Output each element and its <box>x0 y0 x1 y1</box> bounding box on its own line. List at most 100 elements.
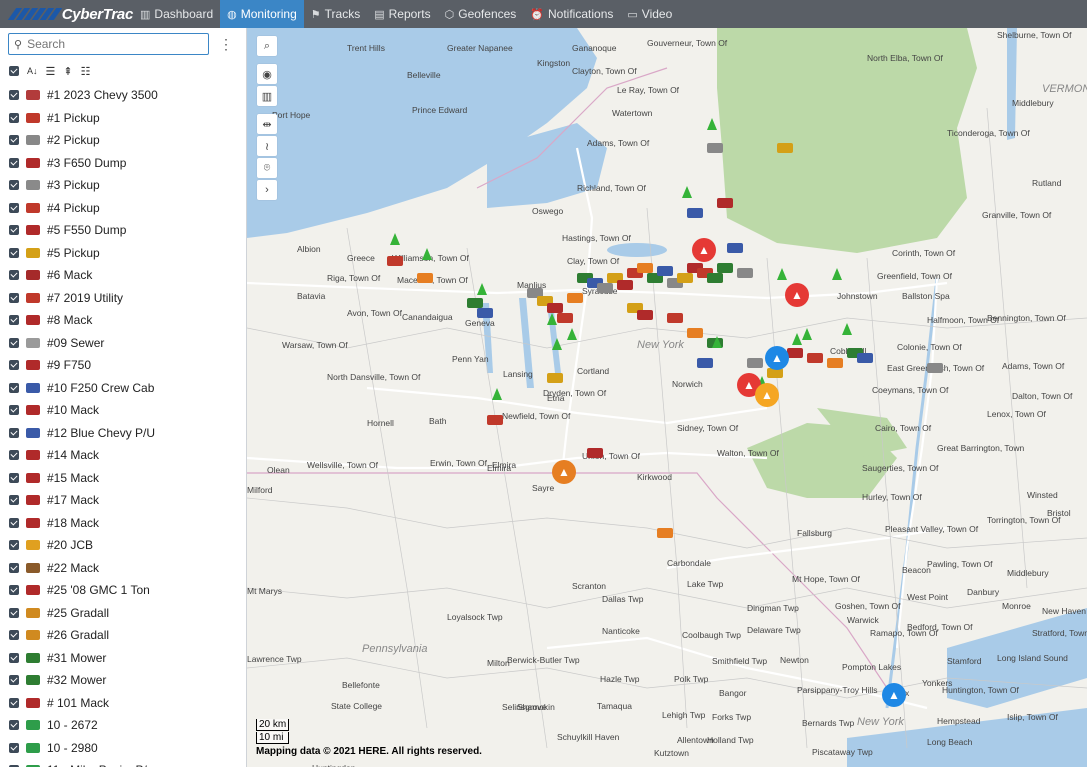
vehicle-marker[interactable] <box>717 263 733 273</box>
poi-icon[interactable]: ⌾ <box>257 158 277 178</box>
vehicle-list-item[interactable]: #3 Pickup <box>0 174 246 197</box>
more-options-icon[interactable]: ⋮ <box>219 36 233 53</box>
nav-geofences[interactable]: ⬡ Geofences <box>438 0 524 28</box>
vehicle-checkbox[interactable] <box>9 382 19 393</box>
vehicle-checkbox[interactable] <box>9 315 19 326</box>
direction-marker[interactable] <box>547 313 557 325</box>
direction-marker[interactable] <box>492 388 502 400</box>
direction-marker[interactable] <box>832 268 842 280</box>
vehicle-checkbox[interactable] <box>9 157 19 168</box>
vehicle-marker[interactable] <box>687 208 703 218</box>
vehicle-checkbox[interactable] <box>9 652 19 663</box>
vehicle-list-item[interactable]: #26 Gradall <box>0 624 246 647</box>
vehicle-list-item[interactable]: #10 F250 Crew Cab <box>0 377 246 400</box>
vehicle-marker[interactable] <box>927 363 943 373</box>
vehicle-list-item[interactable]: #09 Sewer <box>0 332 246 355</box>
vehicle-list-item[interactable]: #2 Pickup <box>0 129 246 152</box>
vehicle-checkbox[interactable] <box>9 247 19 258</box>
vehicle-checkbox[interactable] <box>9 405 19 416</box>
nav-notifications[interactable]: ⏰ Notifications <box>523 0 620 28</box>
vehicle-list-item[interactable]: # 101 Mack <box>0 692 246 715</box>
vehicle-list-item[interactable]: #22 Mack <box>0 557 246 580</box>
vehicle-marker[interactable] <box>717 198 733 208</box>
direction-marker[interactable] <box>707 118 717 130</box>
vehicle-checkbox[interactable] <box>9 360 19 371</box>
direction-marker[interactable] <box>390 233 400 245</box>
vehicle-marker[interactable] <box>687 328 703 338</box>
vehicle-list-item[interactable]: #25 '08 GMC 1 Ton <box>0 579 246 602</box>
expand-toolbar-icon[interactable]: › <box>257 180 277 200</box>
vehicle-checkbox[interactable] <box>9 202 19 213</box>
vehicle-list-item[interactable]: 10 - 2672 <box>0 714 246 737</box>
vehicle-list-item[interactable]: #31 Mower <box>0 647 246 670</box>
vehicle-marker[interactable] <box>657 528 673 538</box>
vehicle-checkbox[interactable] <box>9 675 19 686</box>
vehicle-checkbox[interactable] <box>9 270 19 281</box>
list-view-icon[interactable]: ☰ <box>46 65 56 78</box>
vehicle-marker[interactable] <box>857 353 873 363</box>
vehicle-list-item[interactable]: #5 F550 Dump <box>0 219 246 242</box>
vehicle-list-item[interactable]: #5 Pickup <box>0 242 246 265</box>
vehicle-marker[interactable] <box>677 273 693 283</box>
columns-icon[interactable]: ▥ <box>257 86 277 106</box>
vehicle-marker[interactable] <box>417 273 433 283</box>
sort-az-icon[interactable]: A↓ <box>27 66 38 76</box>
vehicle-checkbox[interactable] <box>9 495 19 506</box>
vehicle-list-item[interactable]: #18 Mack <box>0 512 246 535</box>
vehicle-marker[interactable] <box>707 273 723 283</box>
vehicle-marker[interactable] <box>657 266 673 276</box>
collapse-icon[interactable]: ⇞ <box>63 65 72 78</box>
direction-marker[interactable] <box>422 248 432 260</box>
measure-icon[interactable]: ⇹ <box>257 114 277 134</box>
vehicle-marker[interactable] <box>827 358 843 368</box>
vehicle-list-item[interactable]: #8 Mack <box>0 309 246 332</box>
vehicle-checkbox[interactable] <box>9 472 19 483</box>
alert-cluster-marker[interactable]: ▲ <box>755 383 779 407</box>
vehicle-list-item[interactable]: #9 F750 <box>0 354 246 377</box>
vehicle-list-item[interactable]: #32 Mower <box>0 669 246 692</box>
vehicle-checkbox[interactable] <box>9 450 19 461</box>
direction-marker[interactable] <box>567 328 577 340</box>
vehicle-list-item[interactable]: #12 Blue Chevy P/U <box>0 422 246 445</box>
vehicle-list-item[interactable]: #7 2019 Utility <box>0 287 246 310</box>
alert-cluster-marker[interactable]: ▲ <box>765 346 789 370</box>
vehicle-list-item[interactable]: 10 - 2980 <box>0 737 246 760</box>
vehicle-checkbox[interactable] <box>9 630 19 641</box>
vehicle-checkbox[interactable] <box>9 180 19 191</box>
alert-cluster-marker[interactable]: ▲ <box>692 238 716 262</box>
vehicle-marker[interactable] <box>467 298 483 308</box>
direction-marker[interactable] <box>682 186 692 198</box>
alert-cluster-marker[interactable]: ▲ <box>882 683 906 707</box>
nav-video[interactable]: ▭ Video <box>620 0 679 28</box>
direction-marker[interactable] <box>842 323 852 335</box>
direction-marker[interactable] <box>802 328 812 340</box>
vehicle-marker[interactable] <box>707 143 723 153</box>
vehicle-checkbox[interactable] <box>9 517 19 528</box>
vehicle-marker[interactable] <box>547 373 563 383</box>
vehicle-list-item[interactable]: #1 2023 Chevy 3500 <box>0 84 246 107</box>
vehicle-list-item[interactable]: #17 Mack <box>0 489 246 512</box>
route-icon[interactable]: ≀ <box>257 136 277 156</box>
vehicle-checkbox[interactable] <box>9 742 19 753</box>
vehicle-list-item[interactable]: #15 Mack <box>0 467 246 490</box>
vehicle-marker[interactable] <box>547 303 563 313</box>
vehicle-list-item[interactable]: #6 Mack <box>0 264 246 287</box>
vehicle-marker[interactable] <box>807 353 823 363</box>
vehicle-checkbox[interactable] <box>9 697 19 708</box>
vehicle-marker[interactable] <box>727 243 743 253</box>
vehicle-checkbox[interactable] <box>9 562 19 573</box>
alert-cluster-marker[interactable]: ▲ <box>552 460 576 484</box>
vehicle-checkbox[interactable] <box>9 540 19 551</box>
vehicle-list-item[interactable]: #4 Pickup <box>0 197 246 220</box>
vehicle-marker[interactable] <box>597 283 613 293</box>
vehicle-marker[interactable] <box>777 143 793 153</box>
vehicle-list-item[interactable]: #25 Gradall <box>0 602 246 625</box>
vehicle-marker[interactable] <box>737 268 753 278</box>
vehicle-marker[interactable] <box>667 313 683 323</box>
nav-monitoring[interactable]: ◍ Monitoring <box>220 0 304 28</box>
vehicle-marker[interactable] <box>697 358 713 368</box>
search-box[interactable]: ⚲ <box>8 33 209 55</box>
vehicle-checkbox[interactable] <box>9 720 19 731</box>
vehicle-checkbox[interactable] <box>9 135 19 146</box>
vehicle-checkbox[interactable] <box>9 112 19 123</box>
